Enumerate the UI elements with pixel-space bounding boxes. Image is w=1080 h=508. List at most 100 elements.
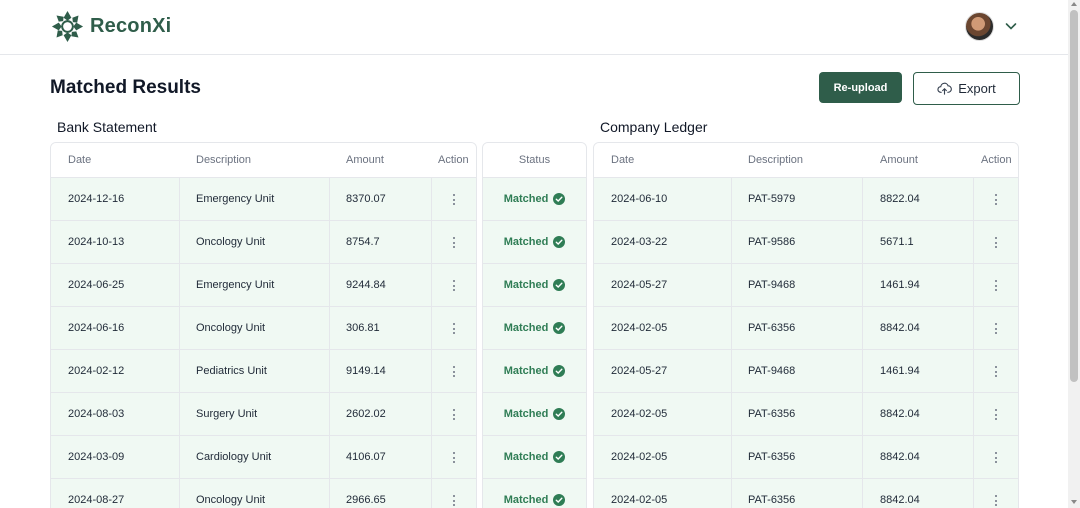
description-cell: PAT-6356 — [748, 408, 796, 420]
amount-cell: 9244.84 — [346, 279, 386, 291]
column-divider — [731, 393, 732, 435]
scroll-thumb[interactable] — [1070, 10, 1078, 382]
avatar[interactable] — [965, 12, 994, 41]
amount-cell: 5671.1 — [880, 236, 914, 248]
scroll-up-arrow[interactable] — [1071, 2, 1077, 6]
more-vertical-icon[interactable] — [995, 366, 998, 377]
scroll-down-arrow[interactable] — [1071, 500, 1077, 504]
table-row[interactable]: 2024-03-09 Cardiology Unit 4106.07 — [51, 436, 476, 479]
column-header-action: Action — [981, 154, 1012, 166]
amount-cell: 8822.04 — [880, 193, 920, 205]
amount-cell: 1461.94 — [880, 365, 920, 377]
date-cell: 2024-06-16 — [68, 322, 125, 334]
date-cell: 2024-02-05 — [611, 408, 668, 420]
table-row[interactable]: 2024-02-12 Pediatrics Unit 9149.14 — [51, 350, 476, 393]
date-cell: 2024-02-05 — [611, 322, 668, 334]
more-vertical-icon[interactable] — [995, 237, 998, 248]
date-cell: 2024-08-03 — [68, 408, 125, 420]
column-header-date[interactable]: Date — [68, 154, 91, 166]
table-row[interactable]: 2024-12-16 Emergency Unit 8370.07 — [51, 178, 476, 221]
page-title: Matched Results — [50, 77, 201, 98]
check-circle-icon — [553, 408, 566, 420]
more-vertical-icon[interactable] — [995, 323, 998, 334]
table-row: Matched — [483, 221, 586, 264]
more-vertical-icon[interactable] — [453, 452, 456, 463]
description-cell: Cardiology Unit — [196, 451, 272, 463]
column-header-description[interactable]: Description — [196, 154, 251, 166]
table-row[interactable]: 2024-03-22 PAT-9586 5671.1 — [594, 221, 1018, 264]
description-cell: PAT-6356 — [748, 322, 796, 334]
column-divider — [973, 264, 974, 306]
column-divider — [862, 307, 863, 349]
table-row: Matched — [483, 436, 586, 479]
amount-cell: 8754.7 — [346, 236, 380, 248]
export-label: Export — [958, 81, 996, 96]
status-badge: Matched — [483, 479, 586, 508]
column-divider — [973, 479, 974, 508]
column-header-description[interactable]: Description — [748, 154, 803, 166]
table-row[interactable]: 2024-02-05 PAT-6356 8842.04 — [594, 436, 1018, 479]
check-circle-icon — [553, 365, 566, 377]
more-vertical-icon[interactable] — [995, 495, 998, 506]
table-row[interactable]: 2024-10-13 Oncology Unit 8754.7 — [51, 221, 476, 264]
column-divider — [179, 178, 180, 220]
status-text: Matched — [503, 451, 549, 463]
more-vertical-icon[interactable] — [453, 366, 456, 377]
table-row[interactable]: 2024-02-05 PAT-6356 8842.04 — [594, 393, 1018, 436]
column-divider — [329, 221, 330, 263]
amount-cell: 1461.94 — [880, 279, 920, 291]
column-divider — [862, 393, 863, 435]
table-row: Matched — [483, 264, 586, 307]
logo-mark-icon — [51, 10, 84, 43]
column-header-amount[interactable]: Amount — [880, 154, 918, 166]
column-header-date[interactable]: Date — [611, 154, 634, 166]
table-header: Date Description Amount Action — [51, 143, 476, 178]
column-header-action: Action — [438, 154, 469, 166]
cloud-upload-icon — [937, 82, 953, 95]
table-row: Matched — [483, 178, 586, 221]
amount-cell: 8842.04 — [880, 494, 920, 506]
export-button[interactable]: Export — [913, 72, 1020, 105]
chevron-down-icon[interactable] — [1003, 18, 1019, 34]
more-vertical-icon[interactable] — [453, 409, 456, 420]
description-cell: Oncology Unit — [196, 494, 266, 506]
table-row[interactable]: 2024-05-27 PAT-9468 1461.94 — [594, 264, 1018, 307]
bank-statement-title: Bank Statement — [57, 119, 157, 135]
page-scrollbar[interactable] — [1068, 0, 1080, 508]
table-row[interactable]: 2024-08-03 Surgery Unit 2602.02 — [51, 393, 476, 436]
column-header-amount[interactable]: Amount — [346, 154, 384, 166]
table-row[interactable]: 2024-06-25 Emergency Unit 9244.84 — [51, 264, 476, 307]
column-divider — [973, 350, 974, 392]
more-vertical-icon[interactable] — [995, 452, 998, 463]
more-vertical-icon[interactable] — [995, 194, 998, 205]
app-logo[interactable]: ReconXi — [50, 9, 171, 44]
date-cell: 2024-10-13 — [68, 236, 125, 248]
description-cell: PAT-9586 — [748, 236, 796, 248]
more-vertical-icon[interactable] — [453, 495, 456, 506]
amount-cell: 306.81 — [346, 322, 380, 334]
amount-cell: 2602.02 — [346, 408, 386, 420]
more-vertical-icon[interactable] — [453, 237, 456, 248]
date-cell: 2024-05-27 — [611, 279, 668, 291]
more-vertical-icon[interactable] — [453, 323, 456, 334]
more-vertical-icon[interactable] — [995, 409, 998, 420]
table-row[interactable]: 2024-08-27 Oncology Unit 2966.65 — [51, 479, 476, 508]
column-divider — [179, 307, 180, 349]
table-row[interactable]: 2024-06-16 Oncology Unit 306.81 — [51, 307, 476, 350]
reupload-button[interactable]: Re-upload — [819, 72, 902, 103]
table-row[interactable]: 2024-05-27 PAT-9468 1461.94 — [594, 350, 1018, 393]
table-row[interactable]: 2024-06-10 PAT-5979 8822.04 — [594, 178, 1018, 221]
column-divider — [862, 178, 863, 220]
column-divider — [329, 479, 330, 508]
status-text: Matched — [503, 494, 549, 506]
table-row[interactable]: 2024-02-05 PAT-6356 8842.04 — [594, 307, 1018, 350]
table-row[interactable]: 2024-02-05 PAT-6356 8842.04 — [594, 479, 1018, 508]
more-vertical-icon[interactable] — [453, 280, 456, 291]
date-cell: 2024-06-25 — [68, 279, 125, 291]
column-divider — [431, 178, 432, 220]
amount-cell: 8842.04 — [880, 451, 920, 463]
date-cell: 2024-05-27 — [611, 365, 668, 377]
more-vertical-icon[interactable] — [995, 280, 998, 291]
column-divider — [862, 221, 863, 263]
more-vertical-icon[interactable] — [453, 194, 456, 205]
